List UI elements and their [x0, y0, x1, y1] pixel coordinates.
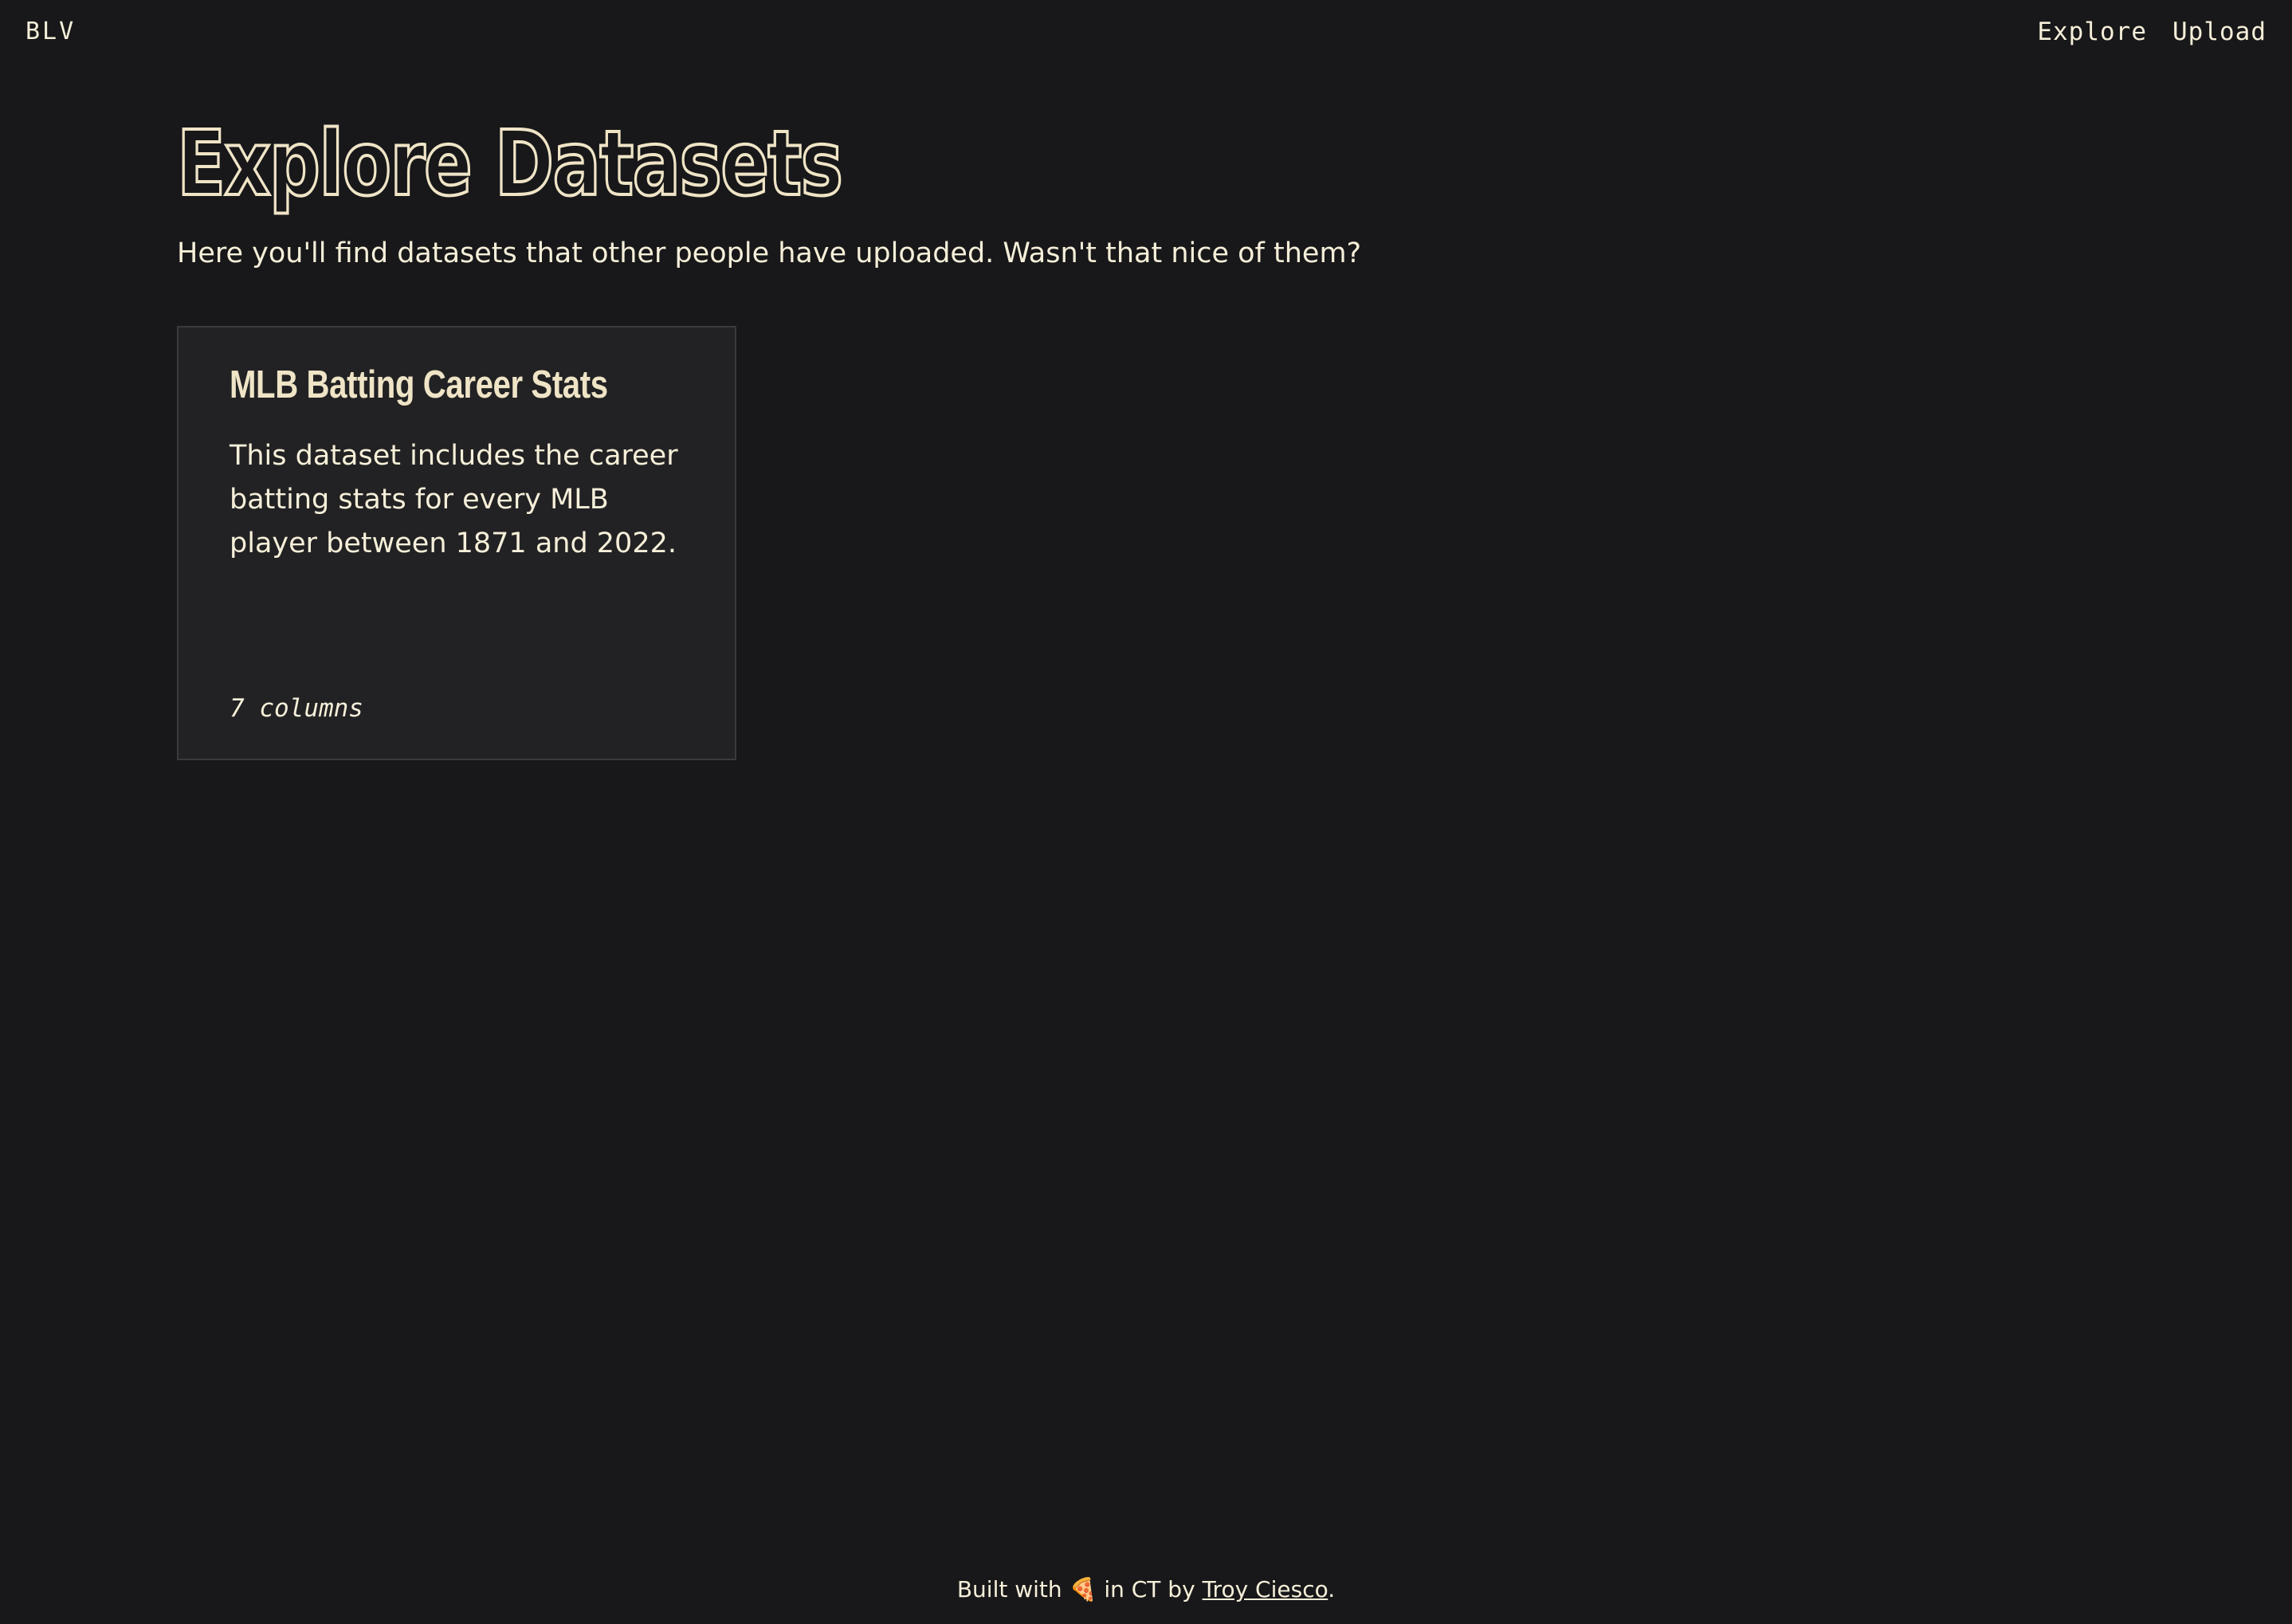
nav-upload-link[interactable]: Upload	[2172, 18, 2266, 46]
page-intro: Here you'll find datasets that other peo…	[177, 237, 1362, 269]
brand-logo-link[interactable]: BLV	[26, 18, 76, 45]
dataset-card-title: MLB Batting Career Stats	[230, 363, 608, 406]
nav-explore-link[interactable]: Explore	[2037, 18, 2147, 46]
footer-middle: in CT by	[1104, 1576, 1195, 1602]
dataset-card[interactable]: MLB Batting Career Stats This dataset in…	[177, 326, 736, 760]
page-title: Explore Datasets	[175, 112, 844, 216]
dataset-card-column-count: 7 columns	[230, 694, 363, 723]
main-content: Explore Datasets Here you'll find datase…	[175, 112, 2106, 269]
dataset-card-description: This dataset includes the career batting…	[230, 440, 678, 559]
footer: Built with 🍕 in CT by Troy Ciesco.	[0, 1576, 2292, 1602]
pizza-icon: 🍕	[1069, 1576, 1097, 1602]
footer-suffix: .	[1328, 1576, 1336, 1602]
footer-author-link[interactable]: Troy Ciesco	[1203, 1576, 1328, 1602]
top-bar: BLV Explore Upload	[0, 0, 2292, 64]
main-nav: Explore Upload	[2037, 18, 2266, 46]
footer-prefix: Built with	[956, 1576, 1062, 1602]
